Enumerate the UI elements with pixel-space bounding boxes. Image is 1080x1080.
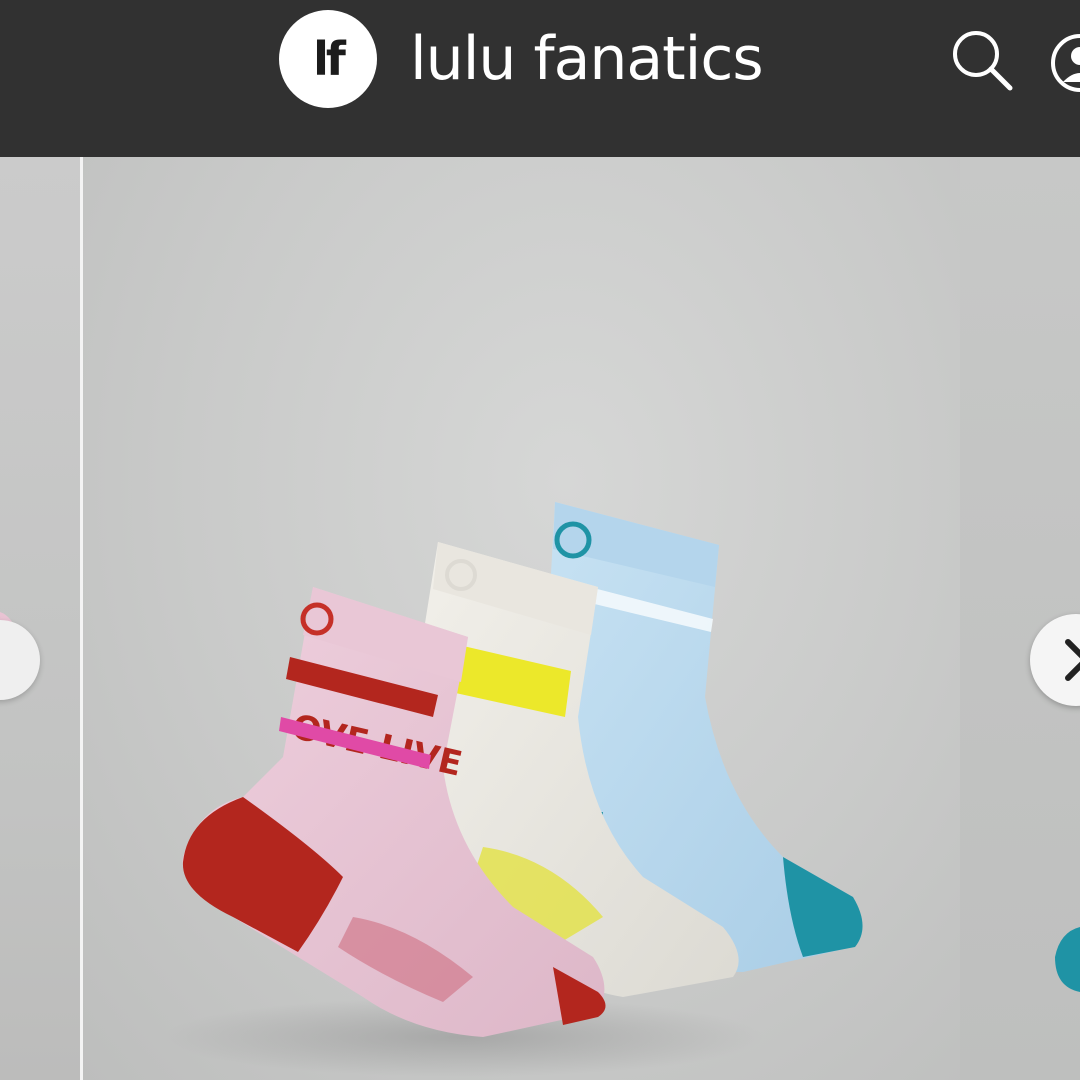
chevron-right-icon: [1065, 639, 1080, 681]
search-icon: [953, 31, 1013, 91]
previous-slide-image: [0, 612, 22, 672]
product-photo-socks: OVE LIVE: [163, 502, 863, 1077]
product-image-carousel[interactable]: OVE LIVE: [0, 157, 1080, 1080]
chevron-left-icon: [0, 620, 40, 700]
carousel-prev-button[interactable]: [0, 620, 40, 700]
profile-button[interactable]: [1050, 32, 1080, 94]
site-logo[interactable]: lf: [279, 10, 377, 108]
site-title[interactable]: lulu fanatics: [410, 20, 764, 98]
current-slide[interactable]: OVE LIVE: [83, 157, 960, 1080]
previous-slide-preview[interactable]: [0, 157, 80, 1080]
logo-letters: lf: [313, 32, 346, 86]
search-button[interactable]: [950, 28, 1014, 92]
carousel-next-button[interactable]: [1030, 614, 1080, 706]
user-profile-icon: [1051, 34, 1080, 92]
top-header-bar: lf lulu fanatics: [0, 0, 1080, 157]
